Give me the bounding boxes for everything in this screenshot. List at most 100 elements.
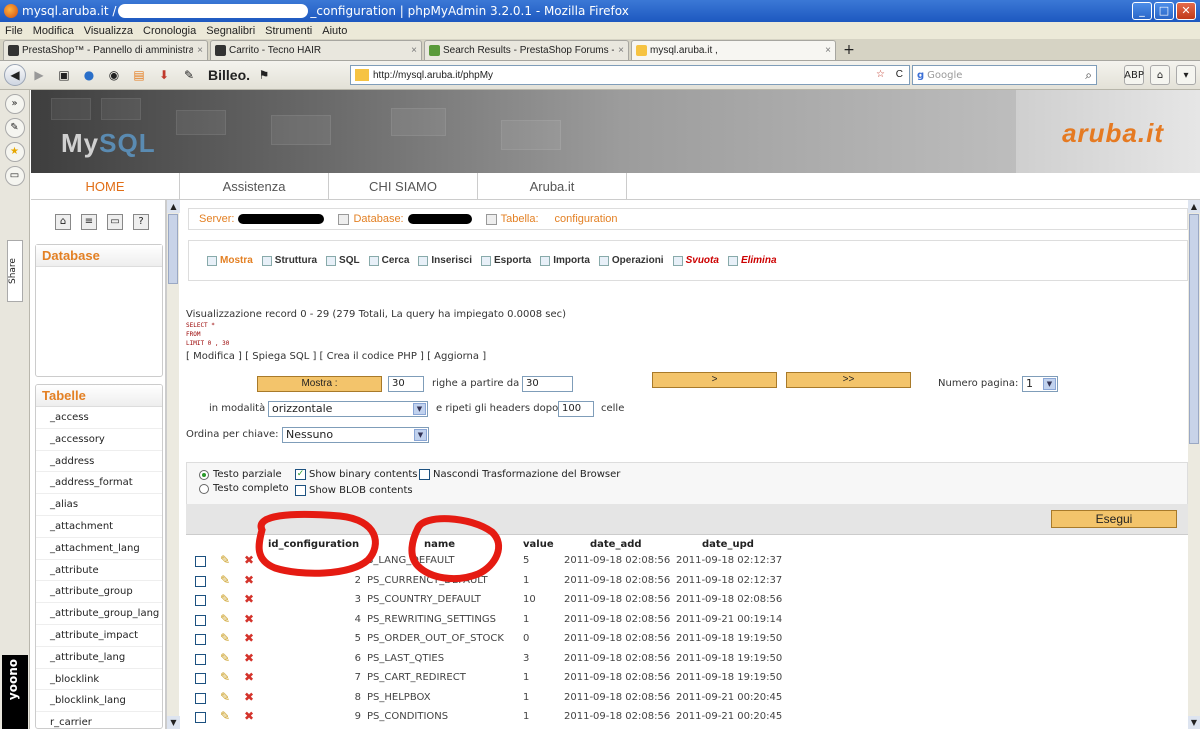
- share-button[interactable]: Share: [7, 240, 23, 302]
- addon-icon[interactable]: ▣: [54, 66, 74, 84]
- partial-text-option[interactable]: Testo parziale: [199, 469, 282, 480]
- column-header-date-upd[interactable]: date_upd: [702, 539, 754, 550]
- row-checkbox[interactable]: [195, 692, 206, 704]
- panel-icon[interactable]: ▭: [4, 166, 25, 186]
- close-icon[interactable]: ×: [411, 45, 417, 56]
- addon-icon[interactable]: ▾: [1176, 65, 1196, 85]
- last-page-button[interactable]: >>: [786, 372, 911, 388]
- table-link[interactable]: _attribute_group: [36, 581, 162, 604]
- close-icon[interactable]: ×: [197, 45, 203, 56]
- column-header-date-add[interactable]: date_add: [590, 539, 642, 550]
- tools-icon[interactable]: ✎: [4, 118, 25, 138]
- close-icon[interactable]: ×: [618, 45, 624, 56]
- table-link[interactable]: _attribute_group_lang: [36, 603, 162, 625]
- database-list[interactable]: [36, 267, 162, 375]
- left-scrollbar[interactable]: ▲ ▼: [166, 200, 180, 729]
- table-link[interactable]: _blocklink_lang: [36, 690, 162, 713]
- close-icon[interactable]: ×: [825, 45, 831, 56]
- tab-operazioni[interactable]: Operazioni: [598, 255, 664, 266]
- row-checkbox[interactable]: [195, 712, 206, 723]
- maximize-button[interactable]: □: [1154, 2, 1174, 20]
- table-link[interactable]: _blocklink: [36, 669, 162, 691]
- scroll-down-icon[interactable]: ▼: [167, 716, 180, 729]
- table-link[interactable]: _attachment_lang: [36, 538, 162, 560]
- sort-select[interactable]: Nessuno ▼: [282, 427, 429, 443]
- table-name[interactable]: configuration: [555, 213, 618, 225]
- full-text-option[interactable]: Testo completo: [199, 483, 289, 494]
- delete-icon[interactable]: ✖: [244, 612, 254, 626]
- mode-select[interactable]: orizzontale ▼: [268, 401, 428, 417]
- table-link[interactable]: _alias: [36, 494, 162, 516]
- row-checkbox[interactable]: [195, 634, 206, 645]
- star-icon[interactable]: ★: [4, 142, 25, 162]
- edit-icon[interactable]: ✎: [220, 651, 230, 665]
- row-checkbox[interactable]: [195, 556, 206, 567]
- delete-icon[interactable]: ✖: [244, 709, 254, 723]
- row-checkbox[interactable]: [195, 575, 206, 587]
- menu-cronologia[interactable]: Cronologia: [138, 25, 201, 37]
- nav-home[interactable]: HOME: [31, 173, 180, 199]
- addon-icon[interactable]: ●: [79, 66, 99, 84]
- nav-aruba[interactable]: Aruba.it: [478, 173, 627, 199]
- tab-inserisci[interactable]: Inserisci: [418, 255, 472, 266]
- show-button[interactable]: Mostra :: [257, 376, 382, 392]
- search-icon[interactable]: ⌕: [1085, 68, 1092, 83]
- delete-icon[interactable]: ✖: [244, 670, 254, 684]
- reload-icon[interactable]: C: [896, 69, 903, 80]
- billeo-toolbar-button[interactable]: Billeo.: [208, 67, 250, 83]
- rows-input[interactable]: 30: [388, 376, 424, 392]
- documentation-icon[interactable]: ?: [133, 214, 149, 230]
- edit-icon[interactable]: ✎: [220, 670, 230, 684]
- start-input[interactable]: 30: [522, 376, 573, 392]
- menu-strumenti[interactable]: Strumenti: [260, 25, 317, 37]
- back-button[interactable]: ◀: [4, 64, 26, 86]
- main-scrollbar[interactable]: ▲ ▼: [1188, 200, 1200, 729]
- delete-icon[interactable]: ✖: [244, 573, 254, 587]
- nav-chi-siamo[interactable]: CHI SIAMO: [329, 173, 478, 199]
- tab-mostra[interactable]: Mostra: [207, 255, 253, 266]
- tab-svuota[interactable]: Svuota: [672, 255, 719, 266]
- row-checkbox[interactable]: [195, 673, 206, 684]
- addon-icon[interactable]: ⚑: [254, 66, 274, 84]
- bookmark-star-icon[interactable]: ☆: [876, 69, 885, 80]
- tab-sql[interactable]: SQL: [326, 255, 360, 266]
- query-window-icon[interactable]: ▭: [107, 214, 123, 230]
- abp-icon[interactable]: ABP: [1124, 65, 1144, 85]
- edit-icon[interactable]: ✎: [220, 553, 230, 567]
- tool-icon[interactable]: ✎: [179, 66, 199, 84]
- tab-esporta[interactable]: Esporta: [481, 255, 531, 266]
- table-link[interactable]: _access: [36, 407, 162, 429]
- sql-query-icon[interactable]: ≡: [81, 214, 97, 230]
- search-box[interactable]: g Google ⌕: [912, 65, 1097, 85]
- delete-icon[interactable]: ✖: [244, 592, 254, 606]
- table-link[interactable]: _attribute_impact: [36, 625, 162, 647]
- edit-icon[interactable]: ✎: [220, 631, 230, 645]
- column-header-id[interactable]: id_configuration: [268, 539, 359, 550]
- scroll-thumb[interactable]: [168, 214, 178, 284]
- page-select[interactable]: 1 ▼: [1022, 376, 1058, 392]
- tab-cerca[interactable]: Cerca: [368, 255, 409, 266]
- delete-icon[interactable]: ✖: [244, 651, 254, 665]
- tab-elimina[interactable]: Elimina: [727, 255, 777, 266]
- tab-struttura[interactable]: Struttura: [261, 255, 317, 266]
- hide-transformation-checkbox[interactable]: Nascondi Trasformazione del Browser: [419, 469, 620, 480]
- repeat-input[interactable]: 100: [558, 401, 594, 417]
- menu-aiuto[interactable]: Aiuto: [317, 25, 352, 37]
- edit-icon[interactable]: ✎: [220, 592, 230, 606]
- column-header-name[interactable]: name: [424, 539, 455, 550]
- table-link[interactable]: _address: [36, 451, 162, 473]
- nav-assistenza[interactable]: Assistenza: [180, 173, 329, 199]
- row-checkbox[interactable]: [195, 614, 206, 626]
- rss-icon[interactable]: ▤: [129, 66, 149, 84]
- menu-file[interactable]: File: [0, 25, 28, 37]
- download-icon[interactable]: ⬇: [154, 66, 174, 84]
- tab-mysql-aruba[interactable]: mysql.aruba.it , ×: [631, 40, 836, 60]
- home-icon[interactable]: ⌂: [55, 214, 71, 230]
- scroll-up-icon[interactable]: ▲: [167, 200, 180, 213]
- delete-icon[interactable]: ✖: [244, 631, 254, 645]
- execute-button[interactable]: Esegui: [1051, 510, 1177, 528]
- next-page-button[interactable]: >: [652, 372, 777, 388]
- table-link[interactable]: _accessory: [36, 429, 162, 451]
- blob-contents-checkbox[interactable]: Show BLOB contents: [295, 485, 413, 496]
- addon-icon[interactable]: ◉: [104, 66, 124, 84]
